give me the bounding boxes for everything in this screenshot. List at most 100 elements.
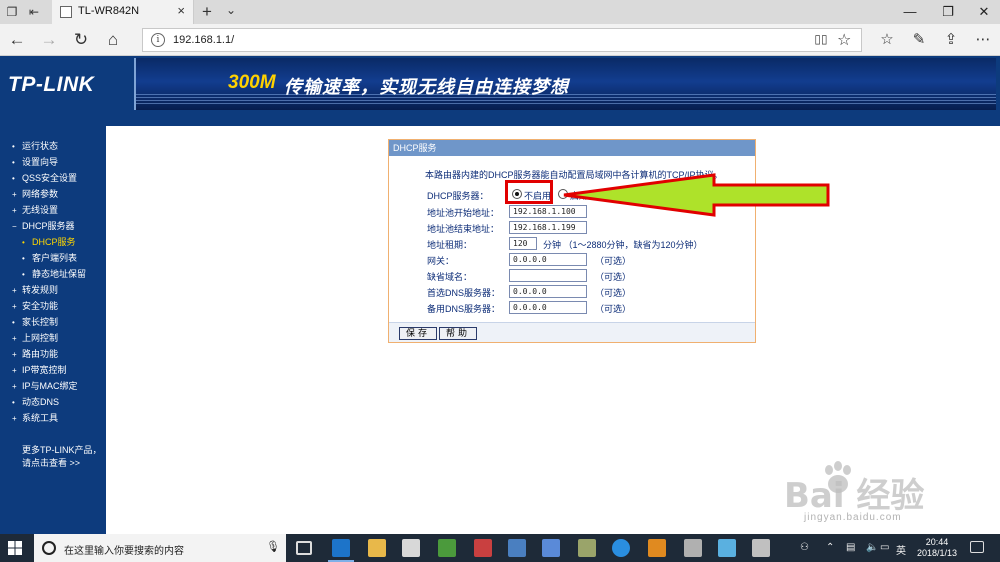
notes-app-icon[interactable]	[718, 539, 736, 557]
calculator-icon[interactable]	[402, 539, 420, 557]
sidebar-item-label: DHCP服务器	[22, 221, 75, 231]
cortana-icon	[42, 541, 56, 555]
sidebar-item[interactable]: + IP带宽控制	[12, 362, 86, 378]
bullet-icon: +	[12, 206, 17, 215]
network-app-icon[interactable]	[542, 539, 560, 557]
chevron-down-icon[interactable]: ⌄	[226, 3, 236, 17]
dns2-label: 备用DNS服务器：	[427, 304, 501, 314]
dns1-optional: （可选）	[595, 288, 632, 298]
watermark-brand: Bai 经验	[784, 476, 925, 516]
restore-icon[interactable]: ❐	[938, 4, 958, 20]
back-arrow-icon[interactable]: ←	[6, 30, 28, 50]
sidebar-item[interactable]: • 客户端列表	[12, 250, 86, 266]
edge-app-icon[interactable]	[328, 539, 354, 562]
pen-notes-icon[interactable]: ✎	[908, 30, 930, 50]
domain-input[interactable]	[509, 269, 587, 282]
bullet-icon: +	[12, 382, 17, 391]
sidebar-item[interactable]: + 上网控制	[12, 330, 86, 346]
sidebar-item[interactable]: + 无线设置	[12, 202, 86, 218]
books-app-icon[interactable]	[578, 539, 596, 557]
sidebar-item-label: QSS安全设置	[22, 173, 78, 183]
favorite-star-icon[interactable]: ☆	[837, 30, 851, 50]
pool-end-input[interactable]: 192.168.1.199	[509, 221, 587, 234]
media-app-icon[interactable]	[648, 539, 666, 557]
save-button[interactable]: 保存	[399, 327, 438, 340]
forward-arrow-icon[interactable]: →	[38, 30, 60, 50]
sidebar-item[interactable]: + 安全功能	[12, 298, 86, 314]
archive-app-icon[interactable]	[752, 539, 770, 557]
taskbar-search-input[interactable]: 在这里输入你要搜索的内容 🎙	[34, 534, 286, 562]
clock-time: 20:44	[925, 537, 949, 547]
minimize-icon[interactable]: —	[900, 4, 920, 19]
sidebar-item[interactable]: • 运行状态	[12, 138, 86, 154]
url-input[interactable]: i 192.168.1.1/ ▯▯ ☆	[142, 28, 862, 52]
pool-end-label: 地址池结束地址：	[427, 224, 500, 234]
sidebar-item-label: 家长控制	[22, 317, 59, 327]
tab-back-icon[interactable]: ⇤	[26, 4, 42, 20]
help-button[interactable]: 帮助	[439, 327, 478, 340]
favorites-hub-icon[interactable]: ☆	[876, 30, 898, 50]
dhcp-panel: DHCP服务 本路由器内建的DHCP服务器能自动配置局域网中各计算机的TCP/I…	[388, 139, 756, 343]
sidebar-item[interactable]: • DHCP服务	[12, 234, 86, 250]
panel-title: DHCP服务	[389, 140, 755, 156]
sidebar-item[interactable]: • 家长控制	[12, 314, 86, 330]
sidebar-item[interactable]: + 路由功能	[12, 346, 86, 362]
bullet-icon: +	[12, 366, 17, 375]
ie-app-icon[interactable]	[612, 539, 630, 557]
document-app-icon[interactable]	[508, 539, 526, 557]
new-tab-icon[interactable]: +	[202, 2, 212, 22]
slogan-text: 传输速率，实现无线自由连接梦想	[284, 77, 569, 97]
printer-app-icon[interactable]	[684, 539, 702, 557]
bullet-icon: +	[12, 286, 17, 295]
sidebar-item[interactable]: + 系统工具	[12, 410, 86, 426]
tray-chevron-up-icon[interactable]: ⌃	[826, 542, 834, 553]
share-icon[interactable]: ⇪	[940, 30, 962, 50]
bullet-icon: •	[12, 158, 15, 167]
task-view-icon[interactable]	[296, 541, 312, 555]
tab-close-icon[interactable]: ×	[177, 3, 185, 18]
bullet-icon: +	[12, 302, 17, 311]
dns1-input[interactable]: 0.0.0.0	[509, 285, 587, 298]
sidebar-item[interactable]: + 网络参数	[12, 186, 86, 202]
volume-icon[interactable]: 🔈	[866, 542, 878, 553]
sidebar-item[interactable]: + IP与MAC绑定	[12, 378, 86, 394]
battery-icon[interactable]: ▭	[880, 542, 889, 553]
browser-address-bar: ← → ↻ ⌂ i 192.168.1.1/ ▯▯ ☆ ☆ ✎ ⇪ ⋯	[0, 24, 1000, 56]
site-info-icon[interactable]: i	[151, 33, 165, 47]
home-icon[interactable]: ⌂	[102, 30, 124, 50]
paint-app-icon[interactable]	[438, 539, 456, 557]
snipping-app-icon[interactable]	[474, 539, 492, 557]
refresh-icon[interactable]: ↻	[70, 30, 92, 50]
sidebar-item[interactable]: • 静态地址保留	[12, 266, 86, 282]
pool-start-label: 地址池开始地址：	[427, 208, 500, 218]
ime-indicator[interactable]: 英	[896, 542, 906, 557]
dns2-input[interactable]: 0.0.0.0	[509, 301, 587, 314]
sidebar-item[interactable]: + 转发规则	[12, 282, 86, 298]
action-center-icon[interactable]	[970, 541, 984, 553]
network-icon[interactable]: ▤	[846, 542, 855, 553]
router-banner: TP-LINK 300M 传输速率，实现无线自由连接梦想	[0, 56, 1000, 112]
gateway-input[interactable]: 0.0.0.0	[509, 253, 587, 266]
sidebar-item[interactable]: − DHCP服务器	[12, 218, 86, 234]
more-menu-icon[interactable]: ⋯	[972, 30, 994, 50]
lease-input[interactable]: 120	[509, 237, 537, 250]
bullet-icon: •	[12, 174, 15, 183]
browser-tab-bar: ❐ ⇤ TL-WR842N × + ⌄ — ❐ ✕	[0, 0, 1000, 24]
sidebar-item[interactable]: • 设置向导	[12, 154, 86, 170]
tab-manager-icon[interactable]: ❐	[4, 4, 20, 20]
sidebar-menu: • 运行状态 • 设置向导 • QSS安全设置 + 网络参数 + 无线设置 − DHCP服务器 • DHC…	[12, 138, 86, 426]
file-explorer-icon[interactable]	[368, 539, 386, 557]
microphone-icon[interactable]: 🎙	[266, 540, 280, 556]
people-icon[interactable]: ⚇	[800, 542, 809, 553]
more-products-line2: 请点击查看 >>	[22, 458, 81, 468]
browser-tab[interactable]: TL-WR842N ×	[52, 0, 194, 24]
tab-title: TL-WR842N	[78, 5, 140, 17]
windows-start-icon[interactable]	[8, 541, 22, 555]
taskbar-clock[interactable]: 20:44 2018/1/13	[912, 537, 962, 559]
sidebar-item[interactable]: • QSS安全设置	[12, 170, 86, 186]
close-window-icon[interactable]: ✕	[974, 4, 994, 20]
banner-bottom-band	[0, 112, 1000, 126]
reading-view-icon[interactable]: ▯▯	[813, 32, 829, 48]
more-products-link[interactable]: 更多TP-LINK产品， 请点击查看 >>	[22, 444, 102, 470]
sidebar-item[interactable]: • 动态DNS	[12, 394, 86, 410]
